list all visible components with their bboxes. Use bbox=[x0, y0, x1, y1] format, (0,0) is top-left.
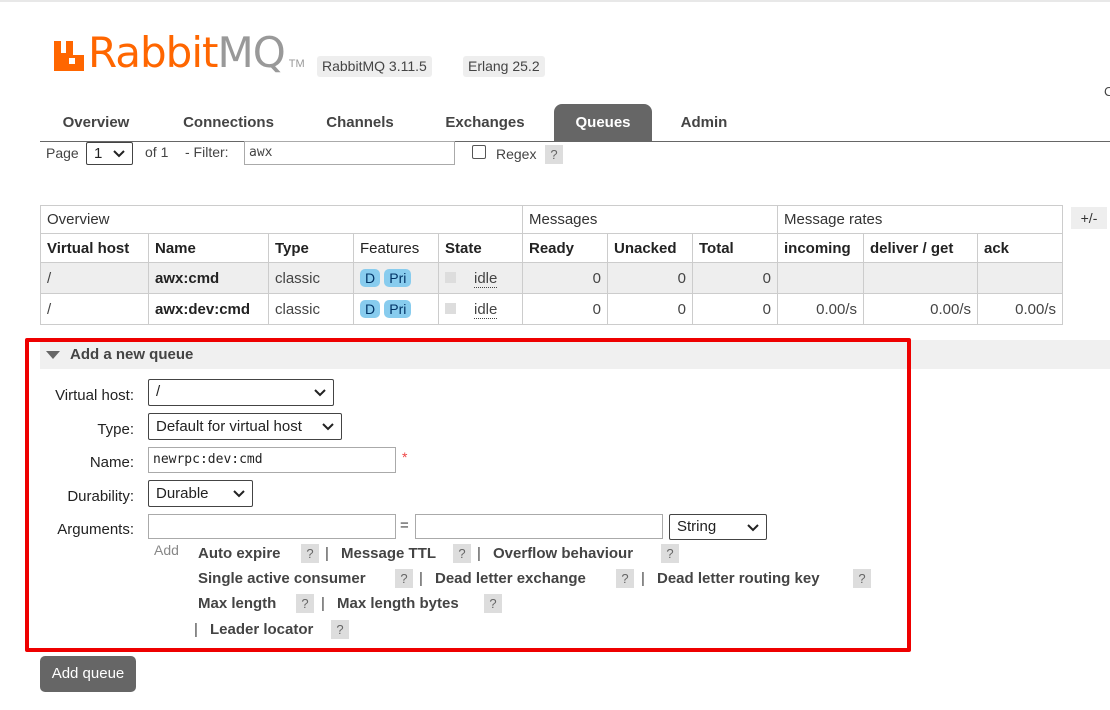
erlang-badge: Erlang 25.2 bbox=[463, 56, 545, 77]
logo-tm-text: TM bbox=[288, 58, 305, 70]
group-overview: Overview bbox=[40, 205, 523, 234]
col-name[interactable]: Name bbox=[148, 233, 269, 263]
group-message-rates: Message rates bbox=[777, 205, 1063, 234]
chevron-down-icon bbox=[113, 150, 125, 158]
cell-vhost: / bbox=[40, 293, 149, 325]
col-incoming[interactable]: incoming bbox=[777, 233, 864, 263]
feature-priority-badge: Pri bbox=[384, 300, 412, 318]
cell-type: classic bbox=[268, 262, 354, 294]
cell-ack bbox=[977, 262, 1063, 294]
cell-deliver-get bbox=[863, 262, 978, 294]
table-row[interactable]: / awx:dev:cmd classic D Pri idle 0 0 0 0… bbox=[40, 293, 1063, 325]
page-select[interactable]: 1 bbox=[86, 142, 133, 165]
cell-total: 0 bbox=[692, 262, 778, 294]
state-idle-icon bbox=[445, 271, 456, 283]
table-column-header: Virtual host Name Type Features State Re… bbox=[40, 233, 1063, 263]
column-toggle-button[interactable]: +/- bbox=[1071, 207, 1107, 229]
tab-channels[interactable]: Channels bbox=[312, 104, 408, 142]
feature-priority-badge: Pri bbox=[384, 269, 412, 287]
cell-deliver-get: 0.00/s bbox=[863, 293, 978, 325]
queue-name-link[interactable]: awx:dev:cmd bbox=[148, 293, 269, 325]
cell-vhost: / bbox=[40, 262, 149, 294]
state-idle-icon bbox=[445, 302, 456, 314]
page-label: Page bbox=[46, 145, 79, 161]
table-row[interactable]: / awx:cmd classic D Pri idle 0 0 0 bbox=[40, 262, 1063, 294]
cell-incoming: 0.00/s bbox=[777, 293, 864, 325]
cell-unacked: 0 bbox=[607, 262, 693, 294]
filter-label: - Filter: bbox=[185, 144, 229, 160]
cell-incoming bbox=[777, 262, 864, 294]
rabbit-logo-icon bbox=[54, 41, 84, 71]
cell-unacked: 0 bbox=[607, 293, 693, 325]
page-select-value: 1 bbox=[94, 145, 103, 162]
highlight-box bbox=[25, 338, 911, 652]
version-badge: RabbitMQ 3.11.5 bbox=[317, 56, 432, 77]
top-border bbox=[0, 0, 1110, 2]
queue-name-link[interactable]: awx:cmd bbox=[148, 262, 269, 294]
col-type[interactable]: Type bbox=[268, 233, 354, 263]
page-of-text: of 1 bbox=[145, 144, 169, 160]
col-total[interactable]: Total bbox=[692, 233, 778, 263]
regex-label: Regex bbox=[496, 146, 537, 162]
cell-ack: 0.00/s bbox=[977, 293, 1063, 325]
state-text: idle bbox=[474, 300, 498, 319]
col-deliver-get[interactable]: deliver / get bbox=[863, 233, 978, 263]
group-messages: Messages bbox=[522, 205, 778, 234]
feature-durable-badge: D bbox=[360, 269, 381, 287]
tab-connections[interactable]: Connections bbox=[168, 104, 289, 142]
tab-overview[interactable]: Overview bbox=[44, 104, 148, 142]
col-features: Features bbox=[353, 233, 439, 263]
state-text: idle bbox=[474, 269, 498, 288]
logo-mq-text: MQ bbox=[217, 28, 285, 77]
cell-features: D Pri bbox=[353, 293, 439, 325]
feature-durable-badge: D bbox=[360, 300, 381, 318]
cut-off-text: C bbox=[1104, 84, 1110, 99]
cell-features: D Pri bbox=[353, 262, 439, 294]
filter-input[interactable]: awx bbox=[244, 141, 455, 165]
col-virtual-host[interactable]: Virtual host bbox=[40, 233, 149, 263]
add-queue-button[interactable]: Add queue bbox=[40, 656, 136, 692]
rabbitmq-logo[interactable]: Rabbit MQ TM bbox=[52, 28, 305, 77]
queues-table: Overview Messages Message rates Virtual … bbox=[40, 205, 1063, 325]
col-unacked[interactable]: Unacked bbox=[607, 233, 693, 263]
table-group-header: Overview Messages Message rates bbox=[40, 205, 1063, 234]
tab-queues[interactable]: Queues bbox=[554, 104, 652, 142]
cell-state: idle bbox=[438, 262, 523, 294]
logo-rabbit-text: Rabbit bbox=[88, 28, 218, 77]
cell-ready: 0 bbox=[522, 293, 608, 325]
cell-total: 0 bbox=[692, 293, 778, 325]
tab-admin[interactable]: Admin bbox=[667, 104, 741, 142]
regex-help-icon[interactable]: ? bbox=[545, 145, 563, 164]
col-state[interactable]: State bbox=[438, 233, 523, 263]
cell-state: idle bbox=[438, 293, 523, 325]
main-nav-tabs: Overview Connections Channels Exchanges … bbox=[40, 104, 1110, 142]
regex-checkbox[interactable] bbox=[472, 145, 486, 159]
col-ack[interactable]: ack bbox=[977, 233, 1063, 263]
tab-exchanges[interactable]: Exchanges bbox=[429, 104, 541, 142]
cell-type: classic bbox=[268, 293, 354, 325]
cell-ready: 0 bbox=[522, 262, 608, 294]
col-ready[interactable]: Ready bbox=[522, 233, 608, 263]
